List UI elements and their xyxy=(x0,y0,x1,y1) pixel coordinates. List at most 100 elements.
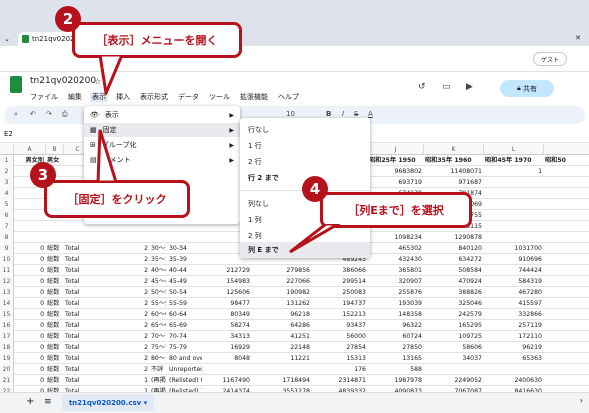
table-cell[interactable] xyxy=(485,177,542,188)
table-cell[interactable]: Total xyxy=(65,320,90,331)
table-cell[interactable]: Total xyxy=(65,309,90,320)
table-cell[interactable] xyxy=(93,232,148,243)
table-cell[interactable]: 55-59 xyxy=(169,298,202,309)
column-header-b[interactable]: B xyxy=(46,144,64,155)
column-header-k[interactable]: K xyxy=(424,144,484,155)
table-cell[interactable]: 総数 xyxy=(47,243,62,254)
row-number[interactable]: 6 xyxy=(0,210,14,221)
menu-tools[interactable]: ツール xyxy=(207,92,232,102)
table-cell[interactable]: 75～79 xyxy=(151,342,166,353)
row-number[interactable]: 10 xyxy=(0,254,14,265)
search-icon[interactable]: ⌕ xyxy=(14,110,18,119)
table-cell[interactable]: 96219 xyxy=(485,342,542,353)
table-cell[interactable]: 総数 xyxy=(47,320,62,331)
table-cell[interactable]: 2 xyxy=(93,364,148,375)
row-number[interactable]: 21 xyxy=(0,375,14,386)
table-cell[interactable]: 昭和35年 1960 xyxy=(425,155,482,166)
table-cell[interactable] xyxy=(15,221,44,232)
table-cell[interactable]: 190982 xyxy=(253,287,310,298)
table-cell[interactable]: 148358 xyxy=(369,309,422,320)
table-cell[interactable]: 325046 xyxy=(425,298,482,309)
table-cell[interactable]: 40～44 xyxy=(151,265,166,276)
table-cell[interactable]: (再掲)0～14 xyxy=(151,375,166,386)
table-cell[interactable] xyxy=(545,364,587,375)
table-cell[interactable]: Total xyxy=(65,364,90,375)
table-cell[interactable] xyxy=(485,221,542,232)
table-cell[interactable]: 総数 xyxy=(47,331,62,342)
table-cell[interactable]: 0 xyxy=(15,298,44,309)
table-cell[interactable]: 総数 xyxy=(47,287,62,298)
table-cell[interactable]: 96322 xyxy=(369,320,422,331)
table-cell[interactable] xyxy=(205,364,250,375)
table-cell[interactable] xyxy=(545,375,587,386)
table-cell[interactable]: 365801 xyxy=(369,265,422,276)
table-cell[interactable]: 8048 xyxy=(205,353,250,364)
row-number[interactable]: 4 xyxy=(0,188,14,199)
table-cell[interactable]: 0 xyxy=(15,364,44,375)
table-cell[interactable]: 2 xyxy=(93,265,148,276)
table-cell[interactable]: 27854 xyxy=(313,342,366,353)
row-number[interactable]: 9 xyxy=(0,243,14,254)
table-cell[interactable] xyxy=(545,232,587,243)
table-cell[interactable]: 2314871 xyxy=(313,375,366,386)
table-cell[interactable]: 11221 xyxy=(253,353,310,364)
table-cell[interactable] xyxy=(545,243,587,254)
name-box[interactable]: E2 xyxy=(4,130,13,138)
italic-icon[interactable]: I xyxy=(342,110,344,118)
table-cell[interactable]: 467280 xyxy=(485,287,542,298)
table-cell[interactable] xyxy=(545,287,587,298)
table-cell[interactable]: 22148 xyxy=(253,342,310,353)
table-cell[interactable]: 332866 xyxy=(485,309,542,320)
table-cell[interactable]: 45-49 xyxy=(169,276,202,287)
table-cell[interactable] xyxy=(545,265,587,276)
table-cell[interactable]: 176 xyxy=(313,364,366,375)
text-color-icon[interactable]: A xyxy=(368,110,373,118)
table-cell[interactable]: Total xyxy=(65,353,90,364)
row-number[interactable]: 2 xyxy=(0,166,14,177)
table-cell[interactable]: Total xyxy=(65,243,90,254)
comment-icon[interactable]: ▭ xyxy=(442,82,451,92)
table-cell[interactable]: 41251 xyxy=(253,331,310,342)
menu-data[interactable]: データ xyxy=(176,92,201,102)
table-cell[interactable] xyxy=(151,232,166,243)
table-cell[interactable]: 総数 xyxy=(47,265,62,276)
history-icon[interactable]: ↺ xyxy=(418,82,426,92)
table-cell[interactable]: 96218 xyxy=(253,309,310,320)
table-cell[interactable]: 60724 xyxy=(369,331,422,342)
table-cell[interactable]: 総数 xyxy=(47,309,62,320)
table-cell[interactable]: 165295 xyxy=(425,320,482,331)
table-cell[interactable]: 2 xyxy=(93,320,148,331)
table-cell[interactable] xyxy=(545,254,587,265)
table-cell[interactable]: 65～69 xyxy=(151,320,166,331)
table-cell[interactable] xyxy=(485,210,542,221)
table-cell[interactable] xyxy=(545,331,587,342)
table-cell[interactable]: 60-64 xyxy=(169,309,202,320)
table-cell[interactable] xyxy=(545,353,587,364)
menu-help[interactable]: ヘルプ xyxy=(276,92,301,102)
table-cell[interactable]: 総数 xyxy=(47,276,62,287)
table-cell[interactable] xyxy=(15,199,44,210)
table-cell[interactable]: 2 xyxy=(93,243,148,254)
column-header-l[interactable]: L xyxy=(484,144,544,155)
table-cell[interactable]: 194737 xyxy=(313,298,366,309)
table-cell[interactable]: 11408071 xyxy=(425,166,483,177)
table-cell[interactable] xyxy=(47,221,62,232)
table-cell[interactable] xyxy=(545,177,587,188)
table-cell[interactable] xyxy=(15,188,44,199)
table-cell[interactable]: 250083 xyxy=(313,287,366,298)
row-number[interactable]: 14 xyxy=(0,298,14,309)
row-number[interactable]: 8 xyxy=(0,232,14,243)
table-cell[interactable]: 50-54 xyxy=(169,287,202,298)
table-cell[interactable]: Total xyxy=(65,375,90,386)
table-cell[interactable]: 64286 xyxy=(253,320,310,331)
table-cell[interactable] xyxy=(485,188,542,199)
table-cell[interactable]: 242579 xyxy=(425,309,482,320)
row-number[interactable]: 18 xyxy=(0,342,14,353)
corner-cell[interactable] xyxy=(0,144,14,155)
table-cell[interactable]: 93437 xyxy=(313,320,366,331)
print-icon[interactable]: ⎙ xyxy=(62,110,68,119)
table-cell[interactable]: 80 and over xyxy=(169,353,202,364)
table-cell[interactable]: 56000 xyxy=(313,331,366,342)
table-cell[interactable]: 40-44 xyxy=(169,265,202,276)
table-cell[interactable]: 1718494 xyxy=(253,375,310,386)
